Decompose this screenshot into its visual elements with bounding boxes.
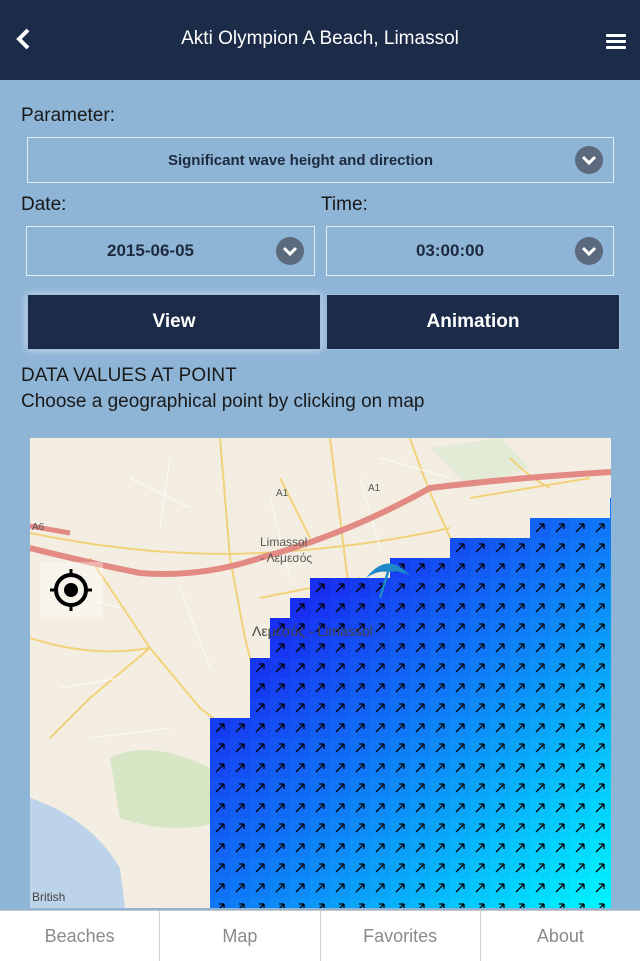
wave-cell bbox=[610, 678, 611, 698]
parameter-value: Significant wave height and direction bbox=[167, 151, 434, 169]
wave-cell bbox=[610, 858, 611, 878]
wave-cell bbox=[610, 738, 611, 758]
wave-cell bbox=[430, 898, 450, 908]
wave-cell bbox=[610, 658, 611, 678]
parameter-label: Parameter: bbox=[21, 105, 115, 126]
wave-cell bbox=[610, 618, 611, 638]
tab-favorites[interactable]: Favorites bbox=[319, 911, 480, 961]
wave-cell bbox=[550, 898, 570, 908]
tab-beaches[interactable]: Beaches bbox=[0, 911, 159, 961]
date-value: 2015-06-05 bbox=[107, 241, 194, 260]
wave-cell bbox=[310, 898, 330, 908]
wave-cell bbox=[610, 638, 611, 658]
app-header: Akti Olympion A Beach, Limassol bbox=[0, 0, 640, 80]
chevron-down-icon bbox=[575, 237, 603, 265]
wave-cell bbox=[330, 898, 350, 908]
wave-cell bbox=[610, 778, 611, 798]
chevron-down-icon bbox=[276, 237, 304, 265]
wave-cell bbox=[390, 898, 410, 908]
parameter-select[interactable]: Significant wave height and direction bbox=[27, 137, 614, 183]
wave-cell bbox=[610, 518, 611, 538]
data-values-instruction: Choose a geographical point by clicking … bbox=[21, 391, 425, 412]
wave-cell bbox=[610, 798, 611, 818]
wave-cell bbox=[250, 898, 270, 908]
page-title: Akti Olympion A Beach, Limassol bbox=[181, 28, 459, 49]
wave-cell bbox=[210, 898, 230, 908]
map-attribution: British bbox=[32, 890, 66, 904]
road-label-a1: A1 bbox=[368, 483, 381, 494]
wave-cell bbox=[510, 898, 530, 908]
wave-cell bbox=[610, 498, 611, 518]
map-label-limassol-greek: - Λεμεσός bbox=[260, 551, 312, 565]
time-label: Time: bbox=[321, 194, 368, 215]
tab-map[interactable]: Map bbox=[159, 911, 319, 961]
tab-about[interactable]: About bbox=[479, 911, 640, 961]
wave-cell bbox=[570, 898, 590, 908]
wave-cell bbox=[610, 578, 611, 598]
locate-button[interactable] bbox=[40, 562, 103, 617]
wave-cell bbox=[610, 758, 611, 778]
wave-cell bbox=[490, 898, 510, 908]
wave-cell bbox=[610, 898, 611, 908]
wave-cell bbox=[270, 898, 290, 908]
time-select[interactable]: 03:00:00 bbox=[326, 226, 614, 276]
wave-cell bbox=[410, 898, 430, 908]
animation-button[interactable]: Animation bbox=[326, 294, 620, 350]
wave-cell bbox=[590, 898, 610, 908]
map-label-city: Λεμεσός - Limassol bbox=[252, 623, 373, 639]
map-view[interactable]: A1 A1 A6 Limassol - Λεμεσός Λεμεσός - Li… bbox=[30, 438, 611, 908]
wave-cell bbox=[610, 838, 611, 858]
wave-cell bbox=[610, 818, 611, 838]
date-label: Date: bbox=[21, 194, 67, 215]
map-label-limassol: Limassol bbox=[260, 535, 307, 549]
wave-cell bbox=[610, 598, 611, 618]
hamburger-menu-icon[interactable] bbox=[606, 34, 626, 50]
wave-cell bbox=[230, 898, 250, 908]
wave-cell bbox=[290, 898, 310, 908]
crosshair-icon bbox=[50, 569, 92, 611]
wave-cell bbox=[350, 898, 370, 908]
date-select[interactable]: 2015-06-05 bbox=[26, 226, 315, 276]
map-canvas[interactable]: A1 A1 A6 Limassol - Λεμεσός Λεμεσός - Li… bbox=[30, 438, 611, 908]
wave-cell bbox=[610, 558, 611, 578]
wave-cell bbox=[610, 698, 611, 718]
data-values-heading: DATA VALUES AT POINT bbox=[21, 365, 237, 386]
wave-cell bbox=[610, 878, 611, 898]
wave-cell bbox=[370, 898, 390, 908]
road-label-a6: A6 bbox=[32, 522, 45, 533]
view-button[interactable]: View bbox=[27, 294, 321, 350]
chevron-down-icon bbox=[575, 146, 603, 174]
wave-cell bbox=[610, 718, 611, 738]
time-value: 03:00:00 bbox=[415, 241, 485, 260]
wave-cell bbox=[530, 898, 550, 908]
wave-cell bbox=[610, 538, 611, 558]
bottom-tab-bar: Beaches Map Favorites About bbox=[0, 910, 640, 961]
wave-cell bbox=[450, 898, 470, 908]
wave-cell bbox=[470, 898, 490, 908]
road-label-a1: A1 bbox=[276, 488, 289, 499]
